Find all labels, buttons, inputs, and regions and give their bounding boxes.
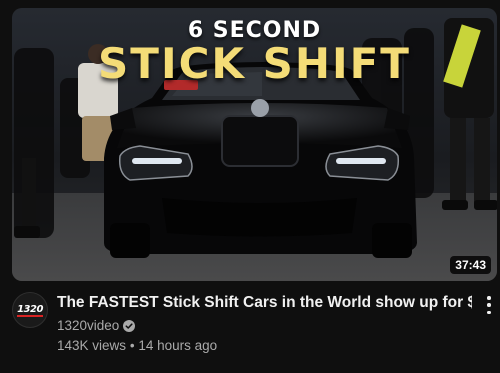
video-title[interactable]: The FASTEST Stick Shift Cars in the Worl… bbox=[57, 294, 472, 312]
duration-badge: 37:43 bbox=[450, 256, 491, 274]
menu-dot bbox=[487, 303, 491, 307]
view-count: 143K views bbox=[57, 338, 127, 353]
upload-age: 14 hours ago bbox=[138, 338, 218, 353]
channel-logo-text: 1320 bbox=[17, 303, 43, 317]
video-card: 6 SECOND STICK SHIFT 37:43 1320 The FAST… bbox=[0, 0, 500, 373]
check-badge-icon bbox=[123, 319, 136, 332]
menu-dot bbox=[487, 310, 491, 314]
video-thumbnail[interactable]: 6 SECOND STICK SHIFT 37:43 bbox=[12, 8, 497, 281]
channel-link[interactable]: 1320video bbox=[57, 318, 136, 333]
channel-avatar[interactable]: 1320 bbox=[12, 292, 48, 328]
meta-separator: • bbox=[129, 338, 135, 353]
menu-dot bbox=[487, 296, 491, 300]
thumbnail-overlay-big-text: STICK SHIFT bbox=[98, 39, 411, 88]
video-meta: 143K views • 14 hours ago bbox=[57, 338, 217, 353]
more-vert-icon[interactable] bbox=[482, 294, 496, 316]
channel-name: 1320video bbox=[57, 318, 120, 333]
